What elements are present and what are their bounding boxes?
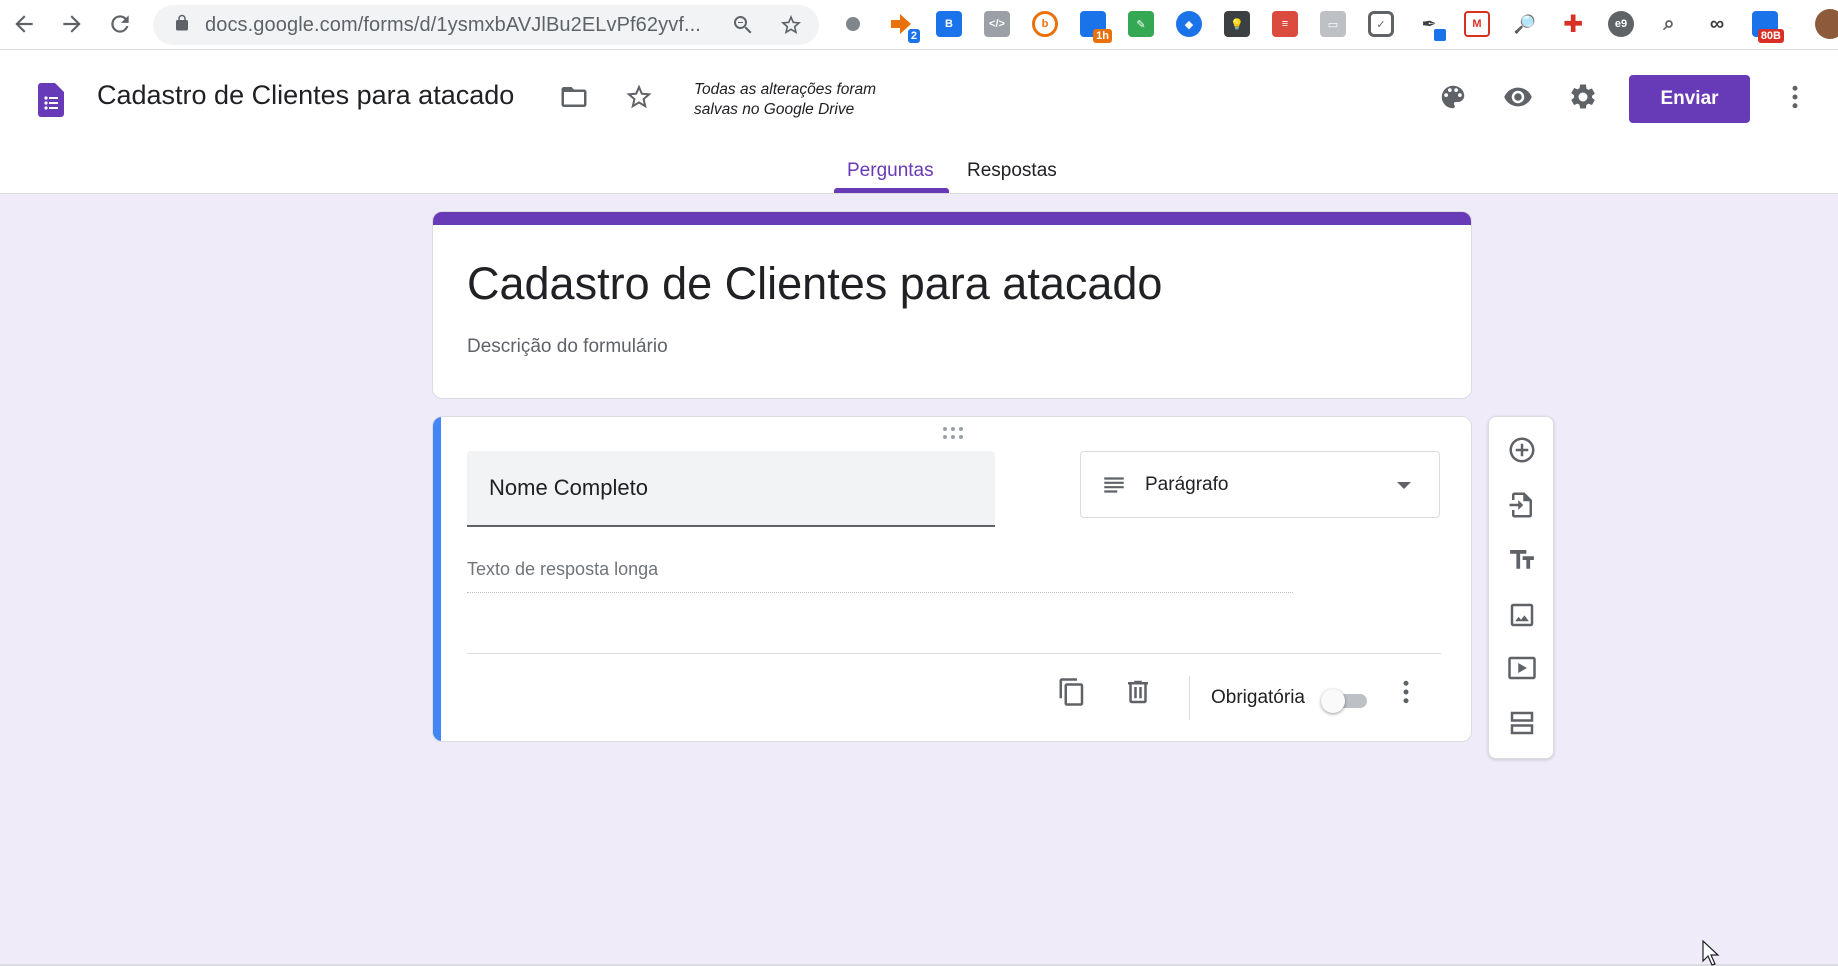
active-tab-indicator	[834, 188, 949, 193]
forward-button[interactable]	[52, 4, 92, 44]
extension-b-icon[interactable]: b	[1032, 11, 1058, 37]
extension-badge: 1h	[1093, 29, 1112, 43]
add-question-icon[interactable]	[1504, 432, 1540, 468]
extension-leaf-icon[interactable]: ✎	[1128, 11, 1154, 37]
footer-separator	[1189, 676, 1190, 720]
question-more-vert-icon[interactable]	[1389, 675, 1423, 709]
required-label: Obrigatória	[1211, 687, 1305, 708]
extension-flow-icon[interactable]: 2	[888, 11, 920, 43]
active-question-indicator	[433, 417, 441, 741]
add-video-icon[interactable]	[1504, 650, 1540, 686]
question-title-input[interactable]: Nome Completo	[467, 451, 995, 527]
zoom-icon[interactable]	[731, 13, 755, 37]
reload-icon	[111, 15, 129, 33]
extension-compass-icon[interactable]: ◆	[1176, 11, 1202, 37]
extension-gmail-count-icon[interactable]: 80B	[1752, 11, 1784, 43]
lock-icon	[173, 14, 191, 37]
extension-search-globe-icon[interactable]: 🔎	[1512, 11, 1538, 37]
extension-e9-icon[interactable]: e9	[1608, 11, 1634, 37]
extension-badge: 2	[907, 29, 920, 43]
question-type-label: Parágrafo	[1145, 473, 1229, 495]
extension-magnifier-icon[interactable]: ⌕	[1656, 11, 1682, 37]
bookmark-star-icon[interactable]	[779, 13, 803, 37]
preview-eye-icon[interactable]	[1501, 80, 1535, 114]
document-title[interactable]: Cadastro de Clientes para atacado	[97, 80, 514, 111]
form-description-field[interactable]: Descrição do formulário	[467, 336, 668, 358]
required-toggle[interactable]	[1321, 689, 1369, 713]
mouse-cursor-icon	[1702, 939, 1720, 966]
save-status: Todas as alterações foram salvas no Goog…	[694, 81, 877, 118]
extension-calendar-icon[interactable]: 1h	[1080, 11, 1112, 43]
add-image-icon[interactable]	[1504, 597, 1540, 633]
palette-icon[interactable]	[1436, 80, 1470, 114]
extension-badge: 80B	[1757, 29, 1784, 43]
move-to-folder-icon[interactable]	[557, 80, 591, 114]
extension-todoist-icon[interactable]: ≡	[1272, 11, 1298, 37]
floating-toolbar	[1488, 416, 1554, 759]
extension-eyedropper-icon[interactable]: ✒	[1416, 11, 1446, 41]
dropdown-caret-icon	[1397, 482, 1411, 489]
long-answer-placeholder: Texto de resposta longa	[467, 559, 1293, 593]
star-icon[interactable]	[622, 80, 656, 114]
google-forms-logo-icon[interactable]	[38, 83, 64, 117]
question-card[interactable]: Nome Completo Parágrafo Texto de respost…	[432, 416, 1472, 742]
send-button[interactable]: Enviar	[1629, 75, 1750, 123]
paragraph-lines-icon	[1101, 472, 1127, 498]
extension-gmail-icon[interactable]: M	[1464, 11, 1490, 37]
question-type-dropdown[interactable]: Parágrafo	[1080, 451, 1440, 518]
delete-trash-icon[interactable]	[1121, 675, 1155, 709]
import-questions-icon[interactable]	[1504, 487, 1540, 523]
duplicate-icon[interactable]	[1055, 675, 1089, 709]
tab-questions[interactable]: Perguntas	[847, 160, 934, 182]
form-title-card[interactable]: Cadastro de Clientes para atacado Descri…	[432, 211, 1472, 399]
drag-handle-icon[interactable]	[941, 425, 965, 441]
profile-avatar[interactable]	[1815, 9, 1838, 39]
card-footer-divider	[467, 653, 1441, 654]
add-section-icon[interactable]	[1504, 705, 1540, 741]
extension-pocket-icon[interactable]: ✓	[1368, 11, 1394, 37]
settings-gear-icon[interactable]	[1566, 80, 1600, 114]
extension-translate-icon[interactable]: B	[936, 11, 962, 37]
arrow-right-icon	[63, 15, 81, 33]
toggle-thumb	[1321, 689, 1345, 713]
form-title[interactable]: Cadastro de Clientes para atacado	[467, 258, 1162, 310]
extension-cross-icon[interactable]: ✚	[1560, 11, 1586, 38]
extension-code-icon[interactable]: </>	[984, 11, 1010, 37]
tab-responses[interactable]: Respostas	[967, 160, 1057, 182]
back-button[interactable]	[4, 4, 44, 44]
extension-bulb-icon[interactable]: 💡	[1224, 11, 1250, 37]
address-bar[interactable]: docs.google.com/forms/d/1ysmxbAVJlBu2ELv…	[153, 5, 819, 45]
theme-color-bar	[433, 212, 1471, 225]
more-vert-icon[interactable]	[1778, 80, 1812, 114]
add-title-icon[interactable]	[1504, 542, 1540, 578]
extension-link-icon[interactable]: ∞	[1704, 11, 1730, 37]
browser-toolbar: docs.google.com/forms/d/1ysmxbAVJlBu2ELv…	[0, 0, 1838, 50]
extension-dot-icon[interactable]	[840, 11, 866, 37]
forms-header: Cadastro de Clientes para atacado Todas …	[0, 50, 1838, 194]
reload-button[interactable]	[100, 4, 140, 44]
extension-briefcase-icon[interactable]: ▭	[1320, 11, 1346, 37]
url-text: docs.google.com/forms/d/1ysmxbAVJlBu2ELv…	[205, 13, 701, 36]
arrow-left-icon	[15, 15, 33, 33]
